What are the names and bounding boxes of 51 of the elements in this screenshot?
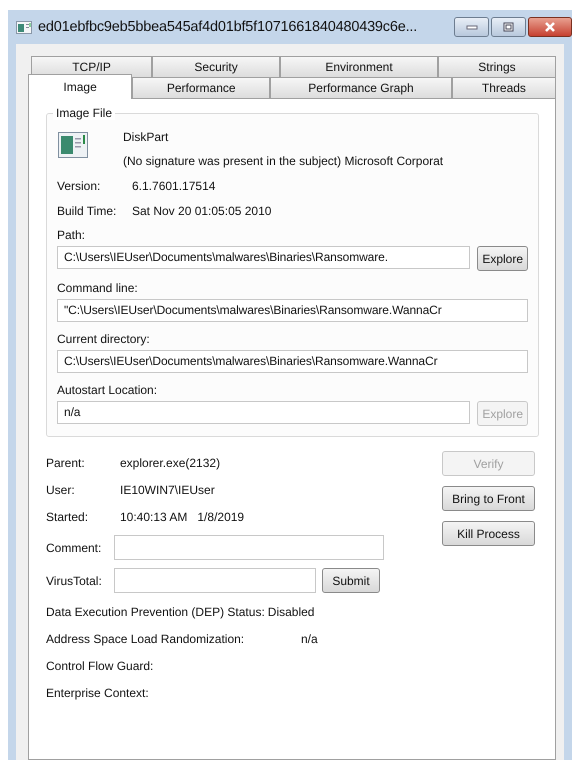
tab[interactable]: Performance [132,77,270,98]
close-icon [544,22,556,32]
field-label: Path: [57,228,86,242]
field-label: Current directory: [57,332,151,346]
field-label: Comment: [46,540,102,554]
field-label: Data Execution Prevention (DEP) Status: [46,604,265,618]
description-text: DiskPart [123,130,170,144]
field-label: VirusTotal: [46,574,103,588]
field-label: Parent: [46,456,86,470]
tab[interactable]: Threads [452,77,556,98]
field-label: Control Flow Guard: [46,658,154,672]
field-label: Address Space Load Randomization: [46,632,246,646]
field-value: 6.1.7601.17514 [132,179,216,193]
field-label: Started: [46,510,90,524]
tab[interactable]: Strings [438,56,556,77]
text-field[interactable]: C:\Users\IEUser\Documents\malwares\Binaries\Ransomware. [57,246,470,269]
input-field[interactable] [114,535,384,560]
text-field[interactable]: C:\Users\IEUser\Documents\malwares\Binaries\Ransomware.WannaCr [57,350,528,373]
field-value: explorer.exe(2132) [120,456,220,470]
text-field[interactable]: n/a [57,401,470,424]
close-button[interactable] [528,17,572,37]
text-field[interactable]: "C:\Users\IEUser\Documents\malwares\Binaries\Ransomware.WannaCr [57,299,528,322]
tab[interactable]: Image [28,74,132,99]
application-icon [58,132,88,158]
field-value: 10:40:13 AM 1/8/2019 [120,510,244,524]
field-value: Disabled [268,604,314,618]
field-value: n/a [301,632,318,646]
field-label: Command line: [57,281,139,295]
explore-button[interactable]: Explore [477,246,528,271]
field-label: Autostart Location: [57,383,158,397]
company-text: (No signature was present in the subject) Microsoft Corporat [123,154,444,168]
minimize-button[interactable] [454,17,489,37]
field-label: Version: [57,179,102,193]
action-button[interactable]: Kill Process [442,521,535,546]
tab[interactable]: Security [152,56,280,77]
maximize-button[interactable] [491,17,526,37]
group-title: Image File [53,106,116,120]
field-label: Build Time: [57,204,118,218]
submit-button[interactable]: Submit [322,568,380,593]
field-label: User: [46,482,76,496]
tab[interactable]: Environment [280,56,438,77]
field-value: Sat Nov 20 01:05:05 2010 [132,204,272,218]
action-button[interactable]: Bring to Front [442,486,535,511]
app-icon [16,20,32,34]
input-field[interactable] [114,568,316,593]
field-label: Enterprise Context: [46,686,149,700]
field-value: IE10WIN7\IEUser [120,482,215,496]
maximize-icon [503,22,514,32]
window-title: ed01ebfbc9eb5bbea545af4d01bf5f1071661840480439c6e... [38,19,418,35]
tab[interactable]: Performance Graph [270,77,452,98]
minimize-icon [466,24,478,30]
